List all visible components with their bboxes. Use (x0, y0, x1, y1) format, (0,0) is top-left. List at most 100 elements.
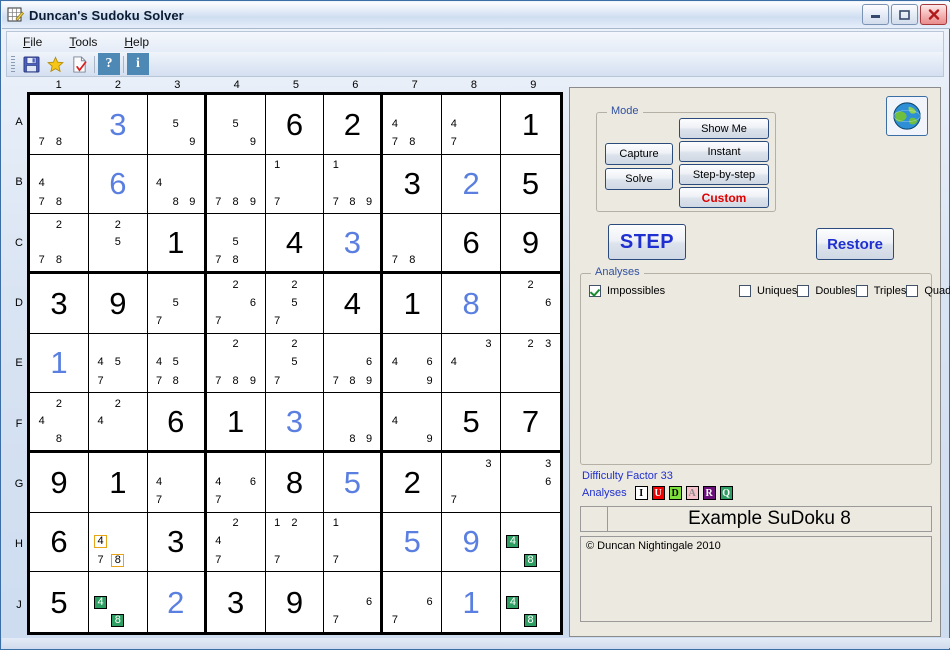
maximize-button[interactable] (891, 4, 918, 25)
sudoku-cell-B4[interactable]: 789 (206, 154, 266, 215)
sudoku-cell-G7[interactable]: 2 (383, 453, 443, 513)
sudoku-cell-D6[interactable]: 4 (324, 274, 384, 334)
sudoku-cell-E8[interactable]: 34 (442, 333, 502, 394)
sudoku-cell-F8[interactable]: 5 (442, 393, 502, 453)
star-icon[interactable] (43, 53, 67, 75)
sudoku-cell-F2[interactable]: 24 (88, 393, 148, 453)
checkbox-indicator[interactable] (855, 284, 868, 297)
notes-field[interactable]: © Duncan Nightingale 2010 (580, 536, 932, 622)
sudoku-cell-C4[interactable]: 578 (206, 214, 266, 274)
checkbox-indicator[interactable] (797, 284, 810, 297)
sudoku-cell-H2[interactable]: 4 78 (88, 512, 148, 573)
sudoku-cell-J9[interactable]: 48 (501, 572, 560, 632)
instant-button[interactable]: Instant (679, 141, 769, 162)
sudoku-cell-A8[interactable]: 47 (442, 95, 502, 155)
sudoku-cell-D5[interactable]: 2 57 (265, 274, 325, 334)
sudoku-cell-D3[interactable]: 57 (147, 274, 207, 334)
sudoku-cell-C2[interactable]: 25 (88, 214, 148, 274)
sudoku-cell-C7[interactable]: 78 (383, 214, 443, 274)
help-button[interactable]: ? (98, 53, 120, 75)
sudoku-cell-A5[interactable]: 6 (265, 95, 325, 155)
toolbar-grip[interactable] (11, 56, 15, 72)
sudoku-cell-G9[interactable]: 36 (501, 453, 560, 513)
step-by-step-button[interactable]: Step-by-step (679, 164, 769, 185)
sudoku-cell-D8[interactable]: 8 (442, 274, 502, 334)
sudoku-cell-B6[interactable]: 1789 (324, 154, 384, 215)
sudoku-cell-F3[interactable]: 6 (147, 393, 207, 453)
sudoku-cell-C3[interactable]: 1 (147, 214, 207, 274)
sudoku-cell-B2[interactable]: 6 (88, 154, 148, 215)
sudoku-cell-H6[interactable]: 17 (324, 512, 384, 573)
sudoku-cell-J4[interactable]: 3 (206, 572, 266, 632)
custom-button[interactable]: Custom (679, 187, 769, 208)
sudoku-cell-C9[interactable]: 9 (501, 214, 560, 274)
sudoku-cell-J3[interactable]: 2 (147, 572, 207, 632)
sudoku-cell-G8[interactable]: 37 (442, 453, 502, 513)
show-me-button[interactable]: Show Me (679, 118, 769, 139)
sudoku-cell-D4[interactable]: 26 7 (206, 274, 266, 334)
sudoku-cell-H3[interactable]: 3 (147, 512, 207, 573)
sudoku-cell-C6[interactable]: 3 (324, 214, 384, 274)
save-icon[interactable] (19, 53, 43, 75)
sudoku-cell-E6[interactable]: 6 789 (324, 333, 384, 394)
sudoku-cell-J6[interactable]: 67 (324, 572, 384, 632)
sudoku-grid[interactable]: 7835959624784714786489789171789325278251… (27, 92, 563, 635)
info-button[interactable]: i (127, 53, 149, 75)
step-button[interactable]: STEP (608, 224, 686, 260)
globe-icon[interactable] (886, 96, 928, 136)
sudoku-cell-E3[interactable]: 4578 (147, 333, 207, 394)
analyses-checkbox-doubles[interactable]: Doubles (797, 280, 856, 301)
minimize-button[interactable] (862, 4, 889, 25)
sudoku-cell-G3[interactable]: 47 (147, 453, 207, 513)
sudoku-cell-D2[interactable]: 9 (88, 274, 148, 334)
sudoku-cell-B9[interactable]: 5 (501, 154, 560, 215)
sudoku-cell-E5[interactable]: 2 57 (265, 333, 325, 394)
sudoku-cell-C1[interactable]: 2 78 (30, 214, 89, 274)
sudoku-cell-H5[interactable]: 12 7 (265, 512, 325, 573)
analyses-checkbox-uniques[interactable]: Uniques (739, 280, 797, 301)
sudoku-cell-C5[interactable]: 4 (265, 214, 325, 274)
checkbox-indicator[interactable] (589, 284, 601, 297)
sudoku-cell-H4[interactable]: 24 7 (206, 512, 266, 573)
sudoku-cell-H9[interactable]: 48 (501, 512, 560, 573)
menu-item-help[interactable]: Help (113, 33, 160, 51)
sudoku-cell-F9[interactable]: 7 (501, 393, 560, 453)
sudoku-cell-E1[interactable]: 1 (30, 333, 89, 394)
sudoku-cell-A3[interactable]: 59 (147, 95, 207, 155)
sudoku-cell-D9[interactable]: 26 (501, 274, 560, 334)
new-check-icon[interactable] (67, 53, 91, 75)
sudoku-cell-A4[interactable]: 59 (206, 95, 266, 155)
solve-button[interactable]: Solve (605, 168, 673, 190)
sudoku-cell-E7[interactable]: 4 6 9 (383, 333, 443, 394)
sudoku-cell-A9[interactable]: 1 (501, 95, 560, 155)
sudoku-cell-E2[interactable]: 457 (88, 333, 148, 394)
sudoku-cell-J8[interactable]: 1 (442, 572, 502, 632)
analyses-checkbox-triples[interactable]: Triples (855, 280, 906, 301)
sudoku-cell-G5[interactable]: 8 (265, 453, 325, 513)
restore-button[interactable]: Restore (816, 228, 894, 260)
sudoku-cell-A7[interactable]: 4 78 (383, 95, 443, 155)
sudoku-cell-A1[interactable]: 78 (30, 95, 89, 155)
sudoku-cell-H7[interactable]: 5 (383, 512, 443, 573)
puzzle-title-field[interactable]: Example SuDoku 8 (580, 506, 932, 532)
sudoku-cell-J7[interactable]: 67 (383, 572, 443, 632)
sudoku-cell-F7[interactable]: 49 (383, 393, 443, 453)
sudoku-cell-G2[interactable]: 1 (88, 453, 148, 513)
sudoku-cell-C8[interactable]: 6 (442, 214, 502, 274)
sudoku-cell-A2[interactable]: 3 (88, 95, 148, 155)
analyses-checkbox-impossibles[interactable]: Impossibles (589, 280, 739, 301)
sudoku-cell-B7[interactable]: 3 (383, 154, 443, 215)
analyses-checkbox-quadruples[interactable]: Quadruples (906, 280, 950, 301)
sudoku-cell-E9[interactable]: 23 (501, 333, 560, 394)
sudoku-cell-G4[interactable]: 4 6 7 (206, 453, 266, 513)
checkbox-indicator[interactable] (906, 284, 919, 297)
menu-item-tools[interactable]: Tools (58, 33, 108, 51)
sudoku-cell-G1[interactable]: 9 (30, 453, 89, 513)
close-button[interactable] (920, 4, 947, 25)
sudoku-cell-A6[interactable]: 2 (324, 95, 384, 155)
sudoku-cell-F6[interactable]: 89 (324, 393, 384, 453)
sudoku-cell-J1[interactable]: 5 (30, 572, 89, 632)
sudoku-cell-F1[interactable]: 248 (30, 393, 89, 453)
sudoku-cell-D1[interactable]: 3 (30, 274, 89, 334)
sudoku-cell-G6[interactable]: 5 (324, 453, 384, 513)
